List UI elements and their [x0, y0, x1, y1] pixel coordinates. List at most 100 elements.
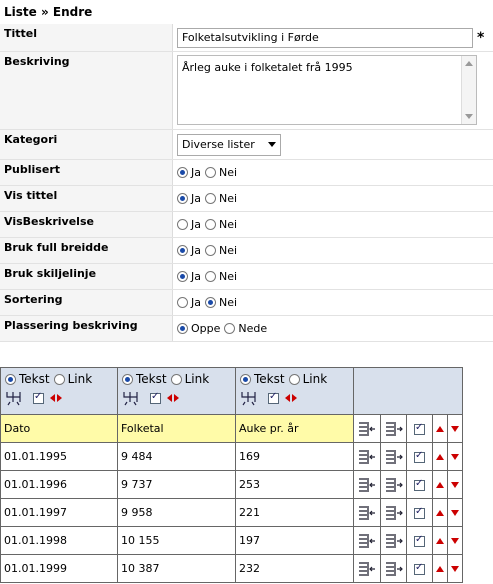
insert-column-left-icon[interactable]	[358, 477, 376, 493]
scroll-up-icon[interactable]	[465, 61, 473, 66]
radio-button[interactable]	[53, 373, 65, 385]
split-columns-icon[interactable]	[5, 390, 23, 406]
table-cell[interactable]: 221	[235, 498, 354, 527]
table-header-cell[interactable]: Dato	[0, 414, 118, 443]
radio-button[interactable]	[205, 245, 216, 256]
table-cell[interactable]: 01.01.1999	[0, 554, 118, 583]
radio-button[interactable]	[224, 323, 236, 334]
radio-button[interactable]	[177, 167, 188, 178]
insert-column-left-icon[interactable]	[358, 561, 376, 577]
radio-option-ja[interactable]: Ja	[177, 270, 201, 283]
insert-column-right-icon[interactable]	[385, 449, 403, 465]
table-cell[interactable]: 01.01.1997	[0, 498, 118, 527]
move-column-right-icon[interactable]	[57, 394, 62, 402]
insert-column-right-icon[interactable]	[385, 533, 403, 549]
move-row-down-icon[interactable]	[451, 426, 459, 432]
table-cell[interactable]: 169	[235, 442, 354, 471]
insert-column-left-icon[interactable]	[358, 533, 376, 549]
move-row-up-icon[interactable]	[436, 510, 444, 516]
table-cell[interactable]: 232	[235, 554, 354, 583]
radio-button[interactable]	[205, 271, 216, 282]
table-cell[interactable]: 01.01.1998	[0, 526, 118, 555]
move-row-up-icon[interactable]	[436, 426, 444, 432]
radio-button[interactable]	[122, 373, 133, 385]
radio-option-link[interactable]: Link	[288, 372, 327, 386]
radio-button[interactable]	[170, 373, 182, 385]
insert-column-right-icon[interactable]	[385, 505, 403, 521]
move-column-left-icon[interactable]	[285, 394, 290, 402]
row-checkbox[interactable]	[414, 450, 425, 463]
table-cell[interactable]: 197	[235, 526, 354, 555]
table-cell[interactable]: 01.01.1996	[0, 470, 118, 499]
move-row-up-icon[interactable]	[436, 538, 444, 544]
table-cell[interactable]: 9 484	[117, 442, 236, 471]
move-row-up-icon[interactable]	[436, 566, 444, 572]
insert-column-right-icon[interactable]	[385, 421, 403, 437]
table-cell[interactable]: 10 387	[117, 554, 236, 583]
column-checkbox[interactable]	[268, 391, 279, 404]
move-row-up-icon[interactable]	[436, 482, 444, 488]
column-checkbox[interactable]	[33, 391, 44, 404]
move-row-down-icon[interactable]	[451, 538, 459, 544]
radio-button[interactable]	[205, 167, 216, 178]
move-column-left-icon[interactable]	[167, 394, 172, 402]
insert-column-right-icon[interactable]	[385, 561, 403, 577]
row-checkbox[interactable]	[414, 478, 425, 491]
radio-option-link[interactable]: Link	[170, 372, 209, 386]
row-checkbox[interactable]	[414, 506, 425, 519]
radio-option-nei[interactable]: Nei	[205, 166, 237, 179]
radio-option-nei[interactable]: Nei	[205, 218, 237, 231]
row-checkbox[interactable]	[414, 534, 425, 547]
table-cell[interactable]: 10 155	[117, 526, 236, 555]
scroll-down-icon[interactable]	[465, 114, 473, 119]
radio-button[interactable]	[177, 245, 188, 256]
move-row-down-icon[interactable]	[451, 510, 459, 516]
move-column-right-icon[interactable]	[292, 394, 297, 402]
radio-option-ja[interactable]: Ja	[177, 218, 201, 231]
radio-option-ja[interactable]: Ja	[177, 296, 201, 309]
radio-option-ja[interactable]: Ja	[177, 244, 201, 257]
radio-button[interactable]	[5, 373, 16, 385]
insert-column-right-icon[interactable]	[385, 477, 403, 493]
radio-button[interactable]	[177, 297, 188, 308]
table-cell[interactable]: 9 737	[117, 470, 236, 499]
insert-column-left-icon[interactable]	[358, 421, 376, 437]
radio-option-link[interactable]: Link	[53, 372, 92, 386]
move-row-down-icon[interactable]	[451, 566, 459, 572]
radio-option-ja[interactable]: Ja	[177, 166, 201, 179]
move-column-right-icon[interactable]	[174, 394, 179, 402]
radio-option-oppe[interactable]: Oppe	[177, 322, 220, 335]
split-columns-icon[interactable]	[122, 390, 140, 406]
textarea-scrollbar[interactable]	[461, 56, 476, 124]
table-cell[interactable]: 9 958	[117, 498, 236, 527]
radio-button[interactable]	[177, 193, 188, 204]
table-header-cell[interactable]: Folketal	[117, 414, 236, 443]
radio-option-nede[interactable]: Nede	[224, 322, 267, 335]
radio-button[interactable]	[205, 219, 216, 230]
radio-button[interactable]	[205, 193, 216, 204]
table-header-cell[interactable]: Auke pr. år	[235, 414, 354, 443]
radio-option-tekst[interactable]: Tekst	[122, 372, 167, 386]
radio-button[interactable]	[205, 297, 216, 308]
radio-button[interactable]	[240, 373, 251, 385]
radio-option-tekst[interactable]: Tekst	[5, 372, 50, 386]
beskriving-textarea[interactable]: Årleg auke i folketalet frå 1995	[177, 55, 477, 125]
move-row-down-icon[interactable]	[451, 454, 459, 460]
radio-option-nei[interactable]: Nei	[205, 244, 237, 257]
row-checkbox[interactable]	[414, 422, 425, 435]
radio-option-tekst[interactable]: Tekst	[240, 372, 285, 386]
insert-column-left-icon[interactable]	[358, 505, 376, 521]
radio-option-ja[interactable]: Ja	[177, 192, 201, 205]
split-columns-icon[interactable]	[240, 390, 258, 406]
radio-button[interactable]	[288, 373, 300, 385]
radio-button[interactable]	[177, 323, 188, 334]
move-column-left-icon[interactable]	[50, 394, 55, 402]
column-checkbox[interactable]	[150, 391, 161, 404]
radio-option-nei[interactable]: Nei	[205, 192, 237, 205]
table-cell[interactable]: 01.01.1995	[0, 442, 118, 471]
move-row-up-icon[interactable]	[436, 454, 444, 460]
radio-option-nei[interactable]: Nei	[205, 270, 237, 283]
kategori-select[interactable]: Diverse lister	[177, 133, 281, 156]
radio-button[interactable]	[177, 219, 188, 230]
radio-button[interactable]	[177, 271, 188, 282]
